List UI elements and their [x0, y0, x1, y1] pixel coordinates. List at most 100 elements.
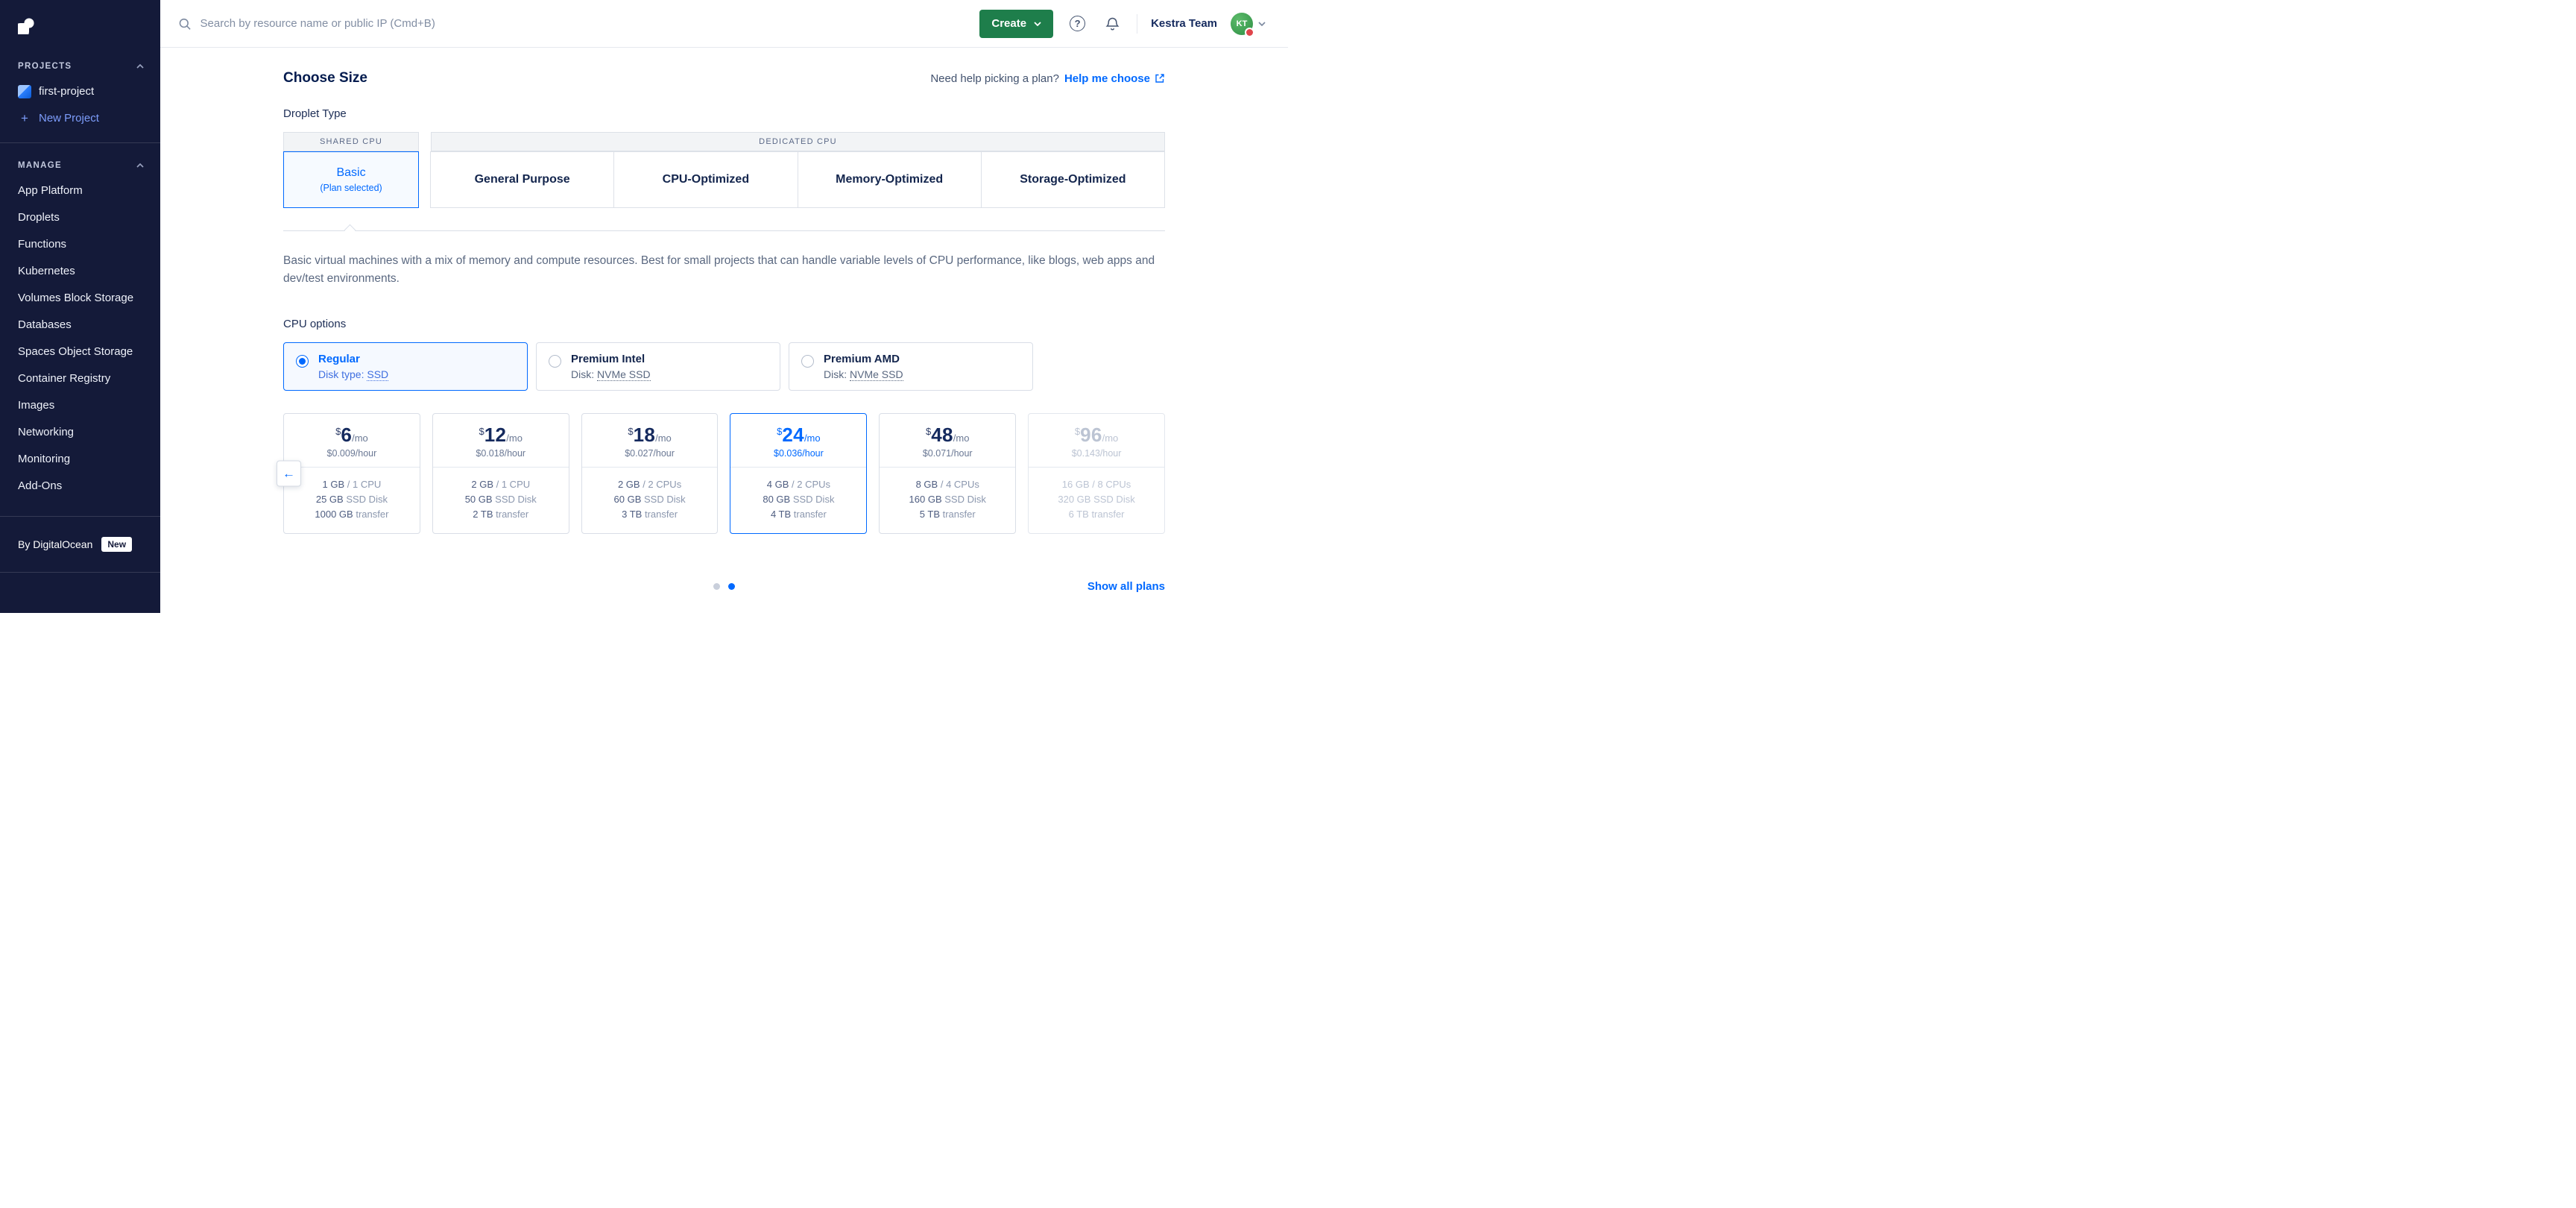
price-value: 18	[634, 424, 656, 446]
plan-card[interactable]: $24/mo $0.036/hour 4 GB / 2 CPUs 80 GB S…	[730, 413, 867, 534]
help-me-choose-link[interactable]: Help me choose	[1064, 72, 1165, 85]
help-link-label: Help me choose	[1064, 72, 1150, 85]
search-bar[interactable]	[178, 16, 966, 31]
pagination-dots	[713, 583, 735, 590]
cpu-option-card[interactable]: Regular Disk type: SSD	[283, 342, 528, 391]
new-project-button[interactable]: + New Project	[0, 105, 160, 132]
projects-section-header[interactable]: PROJECTS	[0, 54, 160, 78]
hourly-price: $0.018/hour	[433, 448, 569, 459]
disk-type-value[interactable]: NVMe SSD	[850, 368, 903, 381]
cpu-option-card[interactable]: Premium AMD Disk: NVMe SSD	[789, 342, 1033, 391]
tab-dedicated[interactable]: Memory-Optimized	[798, 151, 982, 208]
currency-symbol: $	[1075, 426, 1080, 437]
sidebar-item[interactable]: App Platform	[0, 177, 160, 204]
transfer-value: 2 TB	[473, 509, 493, 520]
cpu-option-sublabel: Disk: NVMe SSD	[571, 368, 651, 380]
tab-dedicated[interactable]: Storage-Optimized	[981, 151, 1165, 208]
hourly-price: $0.027/hour	[582, 448, 718, 459]
cpu-option-label: Regular	[318, 353, 388, 365]
pagination-dot[interactable]	[713, 583, 720, 590]
sidebar-item-first-project[interactable]: first-project	[0, 78, 160, 105]
disk-line: 160 GB SSD Disk	[880, 492, 1015, 507]
help-button[interactable]: ?	[1067, 13, 1088, 34]
sidebar-item-label: Functions	[18, 237, 66, 252]
sidebar-item-label: Images	[18, 398, 54, 413]
search-input[interactable]	[199, 16, 967, 31]
sidebar-item[interactable]: Monitoring	[0, 446, 160, 473]
sidebar-item-label: Volumes Block Storage	[18, 291, 133, 306]
price-period: /mo	[655, 432, 672, 444]
main-column: Create ? Kestra Team KT Choose Size Need	[160, 0, 1288, 613]
sidebar-item[interactable]: Volumes Block Storage	[0, 285, 160, 312]
sidebar-item[interactable]: Kubernetes	[0, 258, 160, 285]
by-digitalocean-label: By DigitalOcean	[18, 538, 92, 550]
sidebar-item[interactable]: Spaces Object Storage	[0, 339, 160, 365]
sidebar-item[interactable]: Add-Ons	[0, 473, 160, 500]
sidebar-item[interactable]: Images	[0, 392, 160, 419]
disk-value: 25 GB	[316, 494, 344, 505]
plan-specs: 2 GB / 1 CPU 50 GB SSD Disk 2 TB transfe…	[433, 467, 569, 533]
scroll-left-button[interactable]: ←	[277, 461, 301, 487]
transfer-label: transfer	[794, 509, 827, 520]
plan-price: $48/mo $0.071/hour	[880, 414, 1015, 467]
search-icon	[178, 17, 192, 31]
sidebar-item-label: Droplets	[18, 210, 60, 225]
notifications-button[interactable]	[1102, 13, 1123, 34]
plan-card[interactable]: $12/mo $0.018/hour 2 GB / 1 CPU 50 GB SS…	[432, 413, 569, 534]
disk-line: 25 GB SSD Disk	[284, 492, 420, 507]
disk-type-value[interactable]: SSD	[367, 368, 388, 381]
plan-card[interactable]: $18/mo $0.027/hour 2 GB / 2 CPUs 60 GB S…	[581, 413, 719, 534]
price-value: 12	[484, 424, 507, 446]
plan-specs: 8 GB / 4 CPUs 160 GB SSD Disk 5 TB trans…	[880, 467, 1015, 533]
cpu-option-card[interactable]: Premium Intel Disk: NVMe SSD	[536, 342, 780, 391]
tab-dedicated[interactable]: CPU-Optimized	[613, 151, 798, 208]
disk-type: SSD Disk	[644, 494, 686, 505]
disk-value: 160 GB	[909, 494, 942, 505]
sidebar-item[interactable]: Droplets	[0, 204, 160, 231]
external-link-icon	[1155, 73, 1165, 84]
help-area: Need help picking a plan? Help me choose	[930, 72, 1165, 85]
sidebar-item[interactable]: Networking	[0, 419, 160, 446]
help-icon: ?	[1070, 16, 1085, 31]
tab-dedicated[interactable]: General Purpose	[430, 151, 614, 208]
manage-section-header[interactable]: MANAGE	[0, 154, 160, 177]
sidebar-item[interactable]: Functions	[0, 231, 160, 258]
disk-type-value[interactable]: NVMe SSD	[597, 368, 651, 381]
memory-value: 2 GB	[471, 479, 493, 490]
account-menu[interactable]: KT	[1231, 13, 1266, 35]
hourly-price: $0.009/hour	[284, 448, 420, 459]
disk-line: 60 GB SSD Disk	[582, 492, 718, 507]
projects-header-label: PROJECTS	[18, 62, 72, 71]
tab-basic[interactable]: Basic (Plan selected)	[283, 151, 419, 208]
memory-value: 2 GB	[618, 479, 640, 490]
tab-dedicated-label: General Purpose	[475, 173, 570, 186]
cpu-option-label: Premium AMD	[824, 353, 903, 365]
pagination-dot-active[interactable]	[728, 583, 735, 590]
sidebar-item[interactable]: Container Registry	[0, 365, 160, 392]
plan-card[interactable]: $6/mo $0.009/hour 1 GB / 1 CPU 25 GB SSD…	[283, 413, 420, 534]
sidebar-divider	[0, 516, 160, 517]
create-button[interactable]: Create	[979, 10, 1053, 38]
plan-specs: 4 GB / 2 CPUs 80 GB SSD Disk 4 TB transf…	[730, 467, 866, 533]
cpu-option-texts: Regular Disk type: SSD	[318, 353, 388, 380]
plan-specs: 1 GB / 1 CPU 25 GB SSD Disk 1000 GB tran…	[284, 467, 420, 533]
disk-type: SSD Disk	[346, 494, 388, 505]
digitalocean-logo-icon	[18, 12, 40, 34]
price-period: /mo	[352, 432, 368, 444]
memory-value: 4 GB	[767, 479, 789, 490]
project-name-label: first-project	[39, 84, 94, 99]
sidebar-item[interactable]: Databases	[0, 312, 160, 339]
digitalocean-logo[interactable]	[18, 12, 160, 38]
by-digitalocean-row[interactable]: By DigitalOcean New	[0, 527, 160, 561]
plan-card[interactable]: $48/mo $0.071/hour 8 GB / 4 CPUs 160 GB …	[879, 413, 1016, 534]
memory-cpu-line: 2 GB / 2 CPUs	[582, 477, 718, 492]
team-name[interactable]: Kestra Team	[1151, 17, 1217, 30]
show-all-plans-link[interactable]: Show all plans	[1087, 580, 1165, 593]
plan-card[interactable]: $96/mo $0.143/hour 16 GB / 8 CPUs 320 GB…	[1028, 413, 1165, 534]
disk-value: 60 GB	[614, 494, 642, 505]
cpu-option-texts: Premium Intel Disk: NVMe SSD	[571, 353, 651, 380]
transfer-label: transfer	[496, 509, 528, 520]
choose-size-section: Choose Size Need help picking a plan? He…	[160, 48, 1288, 613]
memory-value: 1 GB	[323, 479, 345, 490]
memory-cpu-line: 16 GB / 8 CPUs	[1029, 477, 1164, 492]
